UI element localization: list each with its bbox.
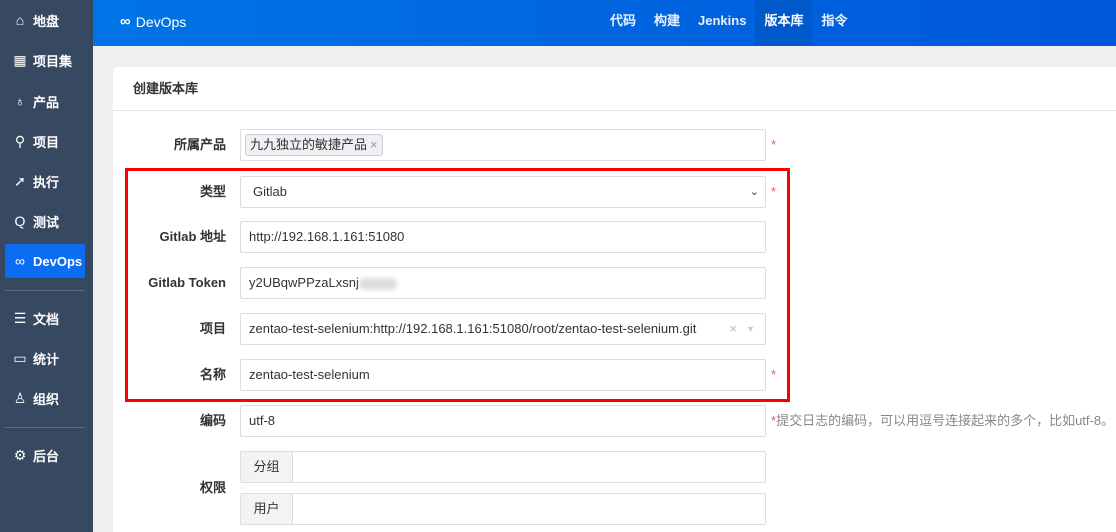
name-label: 名称 bbox=[199, 367, 226, 382]
user-addon: 用户 bbox=[241, 494, 293, 524]
chart-icon: ▭ bbox=[13, 349, 27, 366]
sidebar-item-doc[interactable]: ☰ 文档 bbox=[5, 301, 85, 335]
search-icon: Q bbox=[14, 213, 26, 229]
sidebar-item-product[interactable]: ♁ 产品 bbox=[5, 84, 85, 118]
sidebar-divider bbox=[5, 427, 85, 428]
encoding-help: *提交日志的编码，可以用逗号连接起来的多个，比如utf-8。 bbox=[771, 413, 1115, 428]
create-repo-panel: 创建版本库 所属产品 九九独立的敏捷产品 × * 类型 Gitlab ⌄ * Git… bbox=[113, 67, 1116, 532]
gitlab-token-label: Gitlab Token bbox=[148, 275, 226, 290]
redacted-blur bbox=[358, 277, 397, 290]
product-label: 所属产品 bbox=[173, 137, 226, 152]
gitlab-token-input[interactable]: y2UBqwPPzaLxsnj bbox=[240, 267, 766, 299]
required-mark: * bbox=[771, 367, 777, 382]
sidebar: ⌂ 地盘 ▦ 项目集 ♁ 产品 ⚲ 项目 ➚ 执行 Q 测试 ∞ DevOps ☰ 文档 ▭ 统计… bbox=[0, 0, 93, 532]
sidebar-item-execution[interactable]: ➚ 执行 bbox=[5, 164, 85, 198]
home-icon: ⌂ bbox=[15, 12, 25, 28]
sidebar-item-dashboard[interactable]: ⌂ 地盘 bbox=[5, 3, 85, 37]
product-select[interactable]: 九九独立的敏捷产品 × bbox=[240, 129, 766, 161]
nav-code[interactable]: 代码 bbox=[601, 0, 645, 46]
user-picker[interactable]: 用户 bbox=[240, 493, 766, 525]
gear-icon: ⚙ bbox=[13, 446, 27, 463]
encoding-input[interactable]: utf-8 bbox=[240, 405, 766, 437]
sidebar-item-company[interactable]: ♙ 组织 bbox=[5, 381, 85, 415]
required-mark: * bbox=[771, 137, 777, 152]
required-mark: * bbox=[771, 184, 777, 199]
document-icon: ☰ bbox=[13, 309, 27, 326]
sidebar-item-admin[interactable]: ⚙ 后台 bbox=[5, 438, 85, 472]
nav-repo[interactable]: 版本库 bbox=[755, 0, 813, 46]
nav-jenkins[interactable]: Jenkins bbox=[689, 0, 755, 46]
infinity-icon: ∞ bbox=[15, 253, 25, 269]
caret-down-icon: ▼ bbox=[746, 324, 755, 334]
group-picker[interactable]: 分组 bbox=[240, 451, 766, 483]
type-label: 类型 bbox=[199, 184, 226, 199]
brand: ∞ DevOps bbox=[120, 13, 187, 30]
lightbulb-icon: ♁ bbox=[14, 93, 26, 109]
users-icon: ♙ bbox=[13, 389, 27, 406]
project-label: 项目 bbox=[199, 321, 226, 336]
sidebar-divider bbox=[5, 290, 85, 291]
infinity-icon: ∞ bbox=[120, 13, 131, 30]
chevron-down-icon: ⌄ bbox=[749, 186, 759, 198]
rocket-icon: ⚲ bbox=[14, 132, 26, 149]
top-nav: 代码 构建 Jenkins 版本库 指令 bbox=[601, 0, 856, 46]
remove-tag-icon[interactable]: × bbox=[370, 137, 378, 152]
sidebar-item-devops[interactable]: ∞ DevOps bbox=[5, 244, 85, 278]
run-icon: ➚ bbox=[14, 172, 26, 189]
gitlab-url-label: Gitlab 地址 bbox=[159, 229, 226, 244]
clear-icon[interactable]: × bbox=[729, 314, 737, 344]
nav-build[interactable]: 构建 bbox=[645, 0, 689, 46]
page-title: 创建版本库 bbox=[113, 67, 1116, 111]
permissions-label: 权限 bbox=[199, 480, 226, 495]
sidebar-item-report[interactable]: ▭ 统计 bbox=[5, 341, 85, 375]
group-addon: 分组 bbox=[241, 452, 293, 482]
encoding-label: 编码 bbox=[199, 413, 226, 428]
gitlab-url-input[interactable]: http://192.168.1.161:51080 bbox=[240, 221, 766, 253]
type-select[interactable]: Gitlab ⌄ bbox=[240, 176, 766, 208]
product-tag: 九九独立的敏捷产品 × bbox=[245, 134, 383, 156]
name-input[interactable]: zentao-test-selenium bbox=[240, 359, 766, 391]
grid-icon: ▦ bbox=[13, 51, 27, 68]
sidebar-item-program[interactable]: ▦ 项目集 bbox=[5, 43, 85, 77]
sidebar-item-test[interactable]: Q 测试 bbox=[5, 204, 85, 238]
project-select[interactable]: zentao-test-selenium:http://192.168.1.16… bbox=[240, 313, 766, 345]
top-header: ∞ DevOps 代码 构建 Jenkins 版本库 指令 bbox=[93, 0, 1116, 46]
sidebar-item-project[interactable]: ⚲ 项目 bbox=[5, 124, 85, 158]
nav-command[interactable]: 指令 bbox=[812, 0, 856, 46]
